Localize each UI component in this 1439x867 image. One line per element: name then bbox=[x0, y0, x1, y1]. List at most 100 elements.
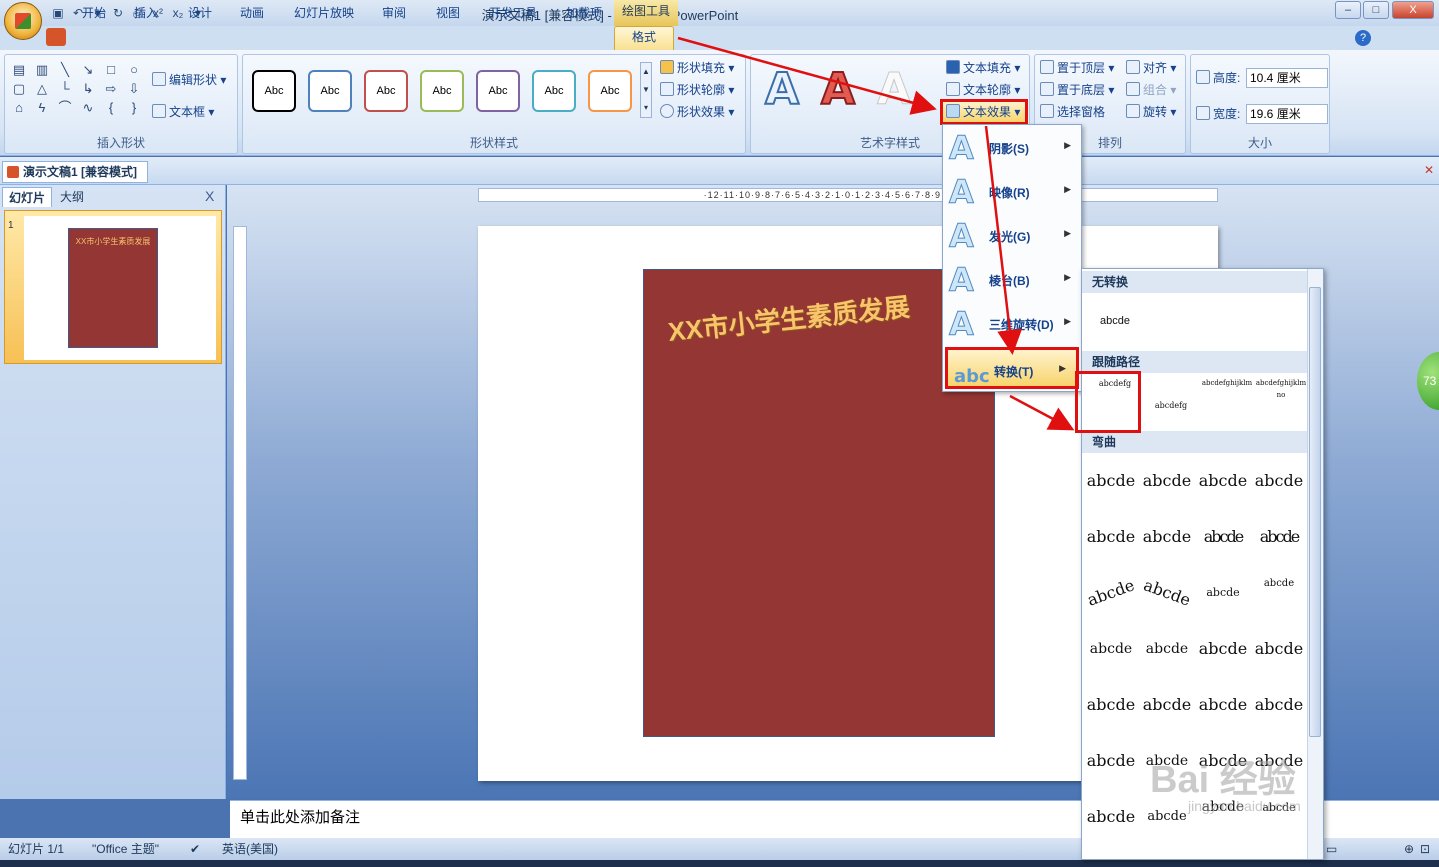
bring-to-front-button[interactable]: 置于顶层 ▾ bbox=[1040, 58, 1114, 78]
menu-item-transform[interactable]: abc 转换(T) ▶ bbox=[945, 347, 1079, 389]
tab-slides[interactable]: 幻灯片 bbox=[2, 187, 53, 207]
tab-view[interactable]: 视图 bbox=[426, 3, 470, 24]
warp-option[interactable]: abcde bbox=[1196, 569, 1250, 617]
warp-option[interactable]: abcde bbox=[1252, 457, 1306, 505]
minimize-button[interactable]: – bbox=[1335, 1, 1361, 19]
elbow-connector-icon[interactable]: └ bbox=[56, 81, 74, 97]
textbox-button[interactable]: 文本框 ▾ bbox=[152, 102, 214, 122]
menu-item-shadow[interactable]: A 阴影(S) ▶ bbox=[943, 127, 1081, 169]
transform-none[interactable]: abcde bbox=[1088, 297, 1142, 345]
oval-icon[interactable]: ○ bbox=[125, 62, 143, 78]
text-fill-button[interactable]: 文本填充 ▾ bbox=[946, 58, 1020, 78]
spellcheck-icon[interactable]: ✔ bbox=[190, 838, 200, 860]
tab-addins[interactable]: 加载项 bbox=[556, 3, 612, 24]
tab-outline[interactable]: 大纲 bbox=[54, 187, 90, 207]
warp-option[interactable]: abcde bbox=[1252, 569, 1306, 617]
fit-window-icon[interactable]: ⊡ bbox=[1420, 838, 1430, 860]
zoom-slider-icon[interactable]: ▭ bbox=[1326, 838, 1337, 860]
maximize-button[interactable]: □ bbox=[1363, 1, 1389, 19]
edit-shape-button[interactable]: 编辑形状 ▾ bbox=[152, 70, 226, 90]
shape-style-preset-5[interactable]: Abc bbox=[476, 70, 520, 112]
tab-slideshow[interactable]: 幻灯片放映 bbox=[288, 3, 360, 24]
warp-option[interactable]: abcde bbox=[1140, 457, 1194, 505]
arc-icon[interactable]: ⌒ bbox=[56, 100, 74, 116]
tab-developer[interactable]: 开发工具 bbox=[482, 3, 544, 24]
pane-close-icon[interactable]: X bbox=[205, 188, 214, 204]
send-to-back-button[interactable]: 置于底层 ▾ bbox=[1040, 80, 1114, 100]
warp-option[interactable]: abcde bbox=[1084, 625, 1138, 673]
transform-circle[interactable]: abcdefghijklm bbox=[1200, 377, 1254, 425]
gallery-scroll-thumb[interactable] bbox=[1309, 287, 1321, 737]
document-tab[interactable]: 演示文稿1 [兼容模式] bbox=[2, 161, 148, 183]
warp-option[interactable]: abcde bbox=[1133, 561, 1200, 625]
office-button[interactable] bbox=[4, 2, 42, 40]
shape-style-preset-1[interactable]: Abc bbox=[252, 70, 296, 112]
shape-style-preset-3[interactable]: Abc bbox=[364, 70, 408, 112]
warp-option[interactable]: abcde bbox=[1252, 513, 1306, 561]
warp-option[interactable]: abcde bbox=[1084, 457, 1138, 505]
wordart-style-1[interactable]: A bbox=[760, 67, 804, 113]
warp-option[interactable]: abcde bbox=[1252, 625, 1306, 673]
shape-style-preset-6[interactable]: Abc bbox=[532, 70, 576, 112]
warp-option[interactable]: abcde bbox=[1084, 737, 1138, 785]
wordart-style-3[interactable]: A bbox=[872, 67, 916, 112]
wordart-style-2[interactable]: A bbox=[816, 67, 860, 113]
warp-option[interactable]: abcde bbox=[1082, 561, 1145, 625]
right-arrow-shape-icon[interactable]: ⇨ bbox=[102, 81, 120, 97]
warp-option[interactable]: abcde bbox=[1084, 793, 1138, 841]
line-icon[interactable]: ╲ bbox=[56, 62, 74, 78]
tab-design[interactable]: 设计 bbox=[178, 3, 222, 24]
warp-option[interactable]: abcde bbox=[1140, 625, 1194, 673]
lightning-icon[interactable]: ϟ bbox=[33, 100, 51, 116]
warp-option[interactable]: abcde bbox=[1196, 513, 1250, 561]
shape-fill-button[interactable]: 形状填充 ▾ bbox=[660, 58, 734, 78]
text-outline-button[interactable]: 文本轮廓 ▾ bbox=[946, 80, 1020, 100]
warp-option[interactable]: abcde bbox=[1140, 681, 1194, 729]
down-arrow-shape-icon[interactable]: ⇩ bbox=[125, 81, 143, 97]
warp-option[interactable]: abcde bbox=[1084, 681, 1138, 729]
width-input[interactable]: 19.6 厘米 bbox=[1246, 104, 1328, 124]
freeform-icon[interactable]: ∿ bbox=[79, 100, 97, 116]
rounded-rect-icon[interactable]: ▢ bbox=[10, 81, 28, 97]
warp-option[interactable]: abcde bbox=[1196, 625, 1250, 673]
help-icon[interactable]: ? bbox=[1355, 30, 1371, 46]
shape-style-preset-2[interactable]: Abc bbox=[308, 70, 352, 112]
warp-option[interactable]: abcde bbox=[1196, 681, 1250, 729]
tab-insert[interactable]: 插入 bbox=[124, 3, 168, 24]
triangle-icon[interactable]: △ bbox=[33, 81, 51, 97]
tab-animation[interactable]: 动画 bbox=[230, 3, 274, 24]
tab-format[interactable]: 格式 bbox=[614, 26, 674, 52]
shape-styles-scroll[interactable]: ▲ ▼ ▾ bbox=[640, 62, 652, 118]
shape-outline-button[interactable]: 形状轮廓 ▾ bbox=[660, 80, 734, 100]
close-button[interactable]: X bbox=[1392, 1, 1434, 19]
menu-item-3d-rotation[interactable]: A 三维旋转(D) ▶ bbox=[943, 303, 1081, 345]
brace-right-icon[interactable]: } bbox=[125, 100, 143, 116]
warp-option[interactable]: abcde bbox=[1140, 513, 1194, 561]
vertical-textbox-icon[interactable]: ▥ bbox=[33, 62, 51, 78]
arrow-line-icon[interactable]: ↘ bbox=[79, 62, 97, 78]
textbox-shape-icon[interactable]: ▤ bbox=[10, 62, 28, 78]
shape-style-preset-4[interactable]: Abc bbox=[420, 70, 464, 112]
tab-review[interactable]: 审阅 bbox=[372, 3, 416, 24]
text-effects-button[interactable]: 文本效果 ▾ bbox=[940, 99, 1028, 125]
transform-button[interactable]: abcdefghijklmno bbox=[1254, 377, 1308, 425]
doc-close-icon[interactable]: ✕ bbox=[1424, 163, 1434, 177]
elbow-arrow-icon[interactable]: ↳ bbox=[79, 81, 97, 97]
menu-item-reflection[interactable]: A 映像(R) ▶ bbox=[943, 171, 1081, 213]
warp-option[interactable]: abcde bbox=[1252, 681, 1306, 729]
menu-item-bevel[interactable]: A 棱台(B) ▶ bbox=[943, 259, 1081, 301]
shapes-gallery[interactable]: ▤ ▥ ╲ ↘ □ ○ ▢ △ └ ↳ ⇨ ⇩ ⌂ ϟ ⌒ ∿ {} bbox=[10, 62, 145, 116]
align-button[interactable]: 对齐 ▾ bbox=[1126, 58, 1176, 78]
zoom-in-icon[interactable]: ⊕ bbox=[1404, 838, 1414, 860]
rotate-button[interactable]: 旋转 ▾ bbox=[1126, 102, 1176, 122]
brace-left-icon[interactable]: { bbox=[102, 100, 120, 116]
shape-effects-button[interactable]: 形状效果 ▾ bbox=[660, 102, 734, 122]
shape-style-preset-7[interactable]: Abc bbox=[588, 70, 632, 112]
menu-item-glow[interactable]: A 发光(G) ▶ bbox=[943, 215, 1081, 257]
flowchart-icon[interactable]: ⌂ bbox=[10, 100, 28, 116]
warp-option[interactable]: abcde bbox=[1084, 513, 1138, 561]
warp-option[interactable]: abcde bbox=[1196, 457, 1250, 505]
tab-home[interactable]: 开始 bbox=[72, 3, 116, 24]
selection-pane-button[interactable]: 选择窗格 bbox=[1040, 102, 1105, 122]
rectangle-icon[interactable]: □ bbox=[102, 62, 120, 78]
